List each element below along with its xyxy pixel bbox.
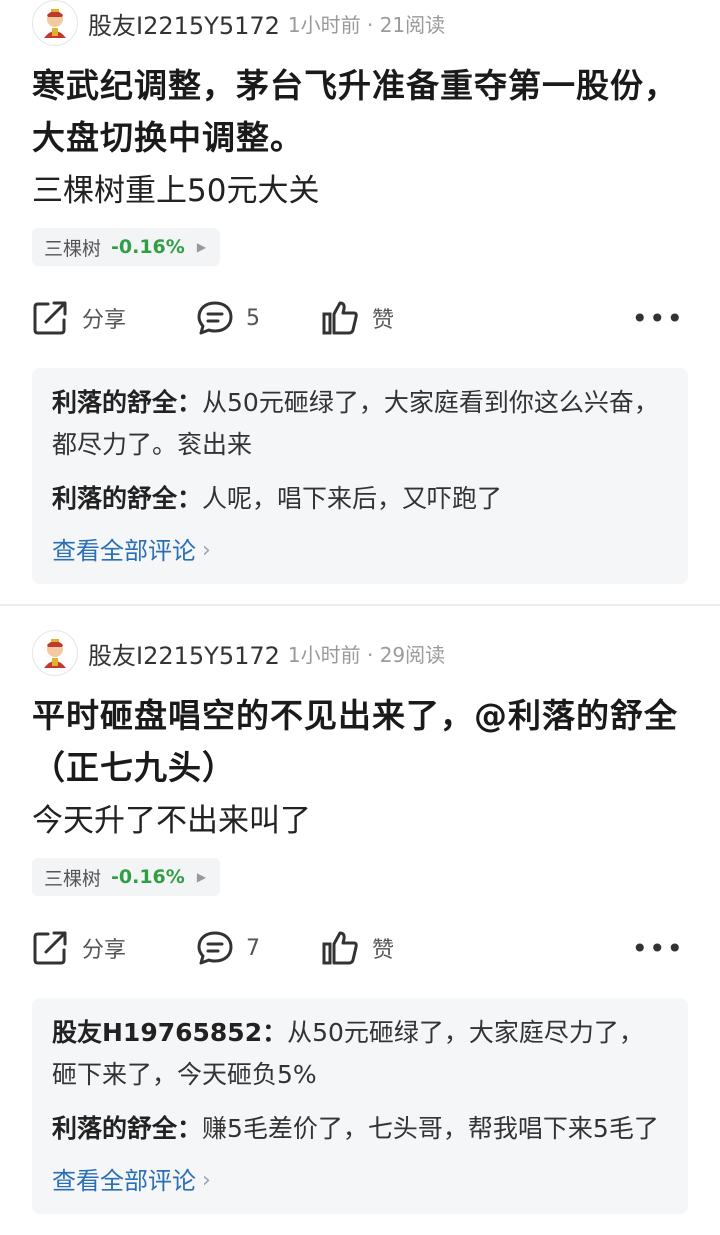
- avatar-icon: [44, 9, 66, 38]
- comment-item[interactable]: 利落的舒全：人呢，唱下来后，又吓跑了: [52, 478, 668, 520]
- action-bar: 分享 7 赞 •••: [32, 918, 688, 978]
- post-title[interactable]: 寒武纪调整，茅台飞升准备重夺第一股份，大盘切换中调整。: [32, 60, 688, 164]
- share-label: 分享: [82, 308, 127, 333]
- play-arrow-icon: ▶: [196, 240, 207, 254]
- action-bar: 分享 5 赞 •••: [32, 288, 688, 348]
- share-icon: [33, 301, 67, 335]
- comment-item[interactable]: 利落的舒全：赚5毛差价了，七头哥，帮我唱下来5毛了: [52, 1108, 668, 1150]
- post-meta: 1小时前 · 21阅读: [287, 12, 446, 37]
- like-icon: [322, 931, 358, 965]
- comment-item[interactable]: 利落的舒全：从50元砸绿了，大家庭看到你这么兴奋，都尽力了。衮出来: [52, 382, 668, 466]
- like-label: 赞: [372, 938, 395, 963]
- view-all-comments-link[interactable]: 查看全部评论 ›: [52, 532, 668, 570]
- comment-button[interactable]: 5: [196, 288, 260, 348]
- comment-preview[interactable]: 股友H19765852：从50元砸绿了，大家庭尽力了，砸下来了，今天砸负5% 利…: [32, 998, 688, 1214]
- more-icon[interactable]: •••: [631, 288, 684, 348]
- comment-author[interactable]: 利落的舒全：: [52, 484, 202, 513]
- post-header: 股友I2215Y5172 1小时前 · 21阅读: [32, 0, 688, 46]
- post-title[interactable]: 平时砸盘唱空的不见出来了，@利落的舒全（正七九头）: [32, 690, 688, 794]
- post-card[interactable]: 股友I2215Y5172 1小时前 · 21阅读 寒武纪调整，茅台飞升准备重夺第…: [0, 0, 720, 604]
- comment-text: 人呢，唱下来后，又吓跑了: [202, 484, 503, 513]
- like-button[interactable]: 赞: [322, 918, 394, 978]
- play-arrow-icon: ▶: [196, 870, 207, 884]
- stock-change: -0.16%: [111, 866, 185, 888]
- username[interactable]: 股友I2215Y5172: [88, 636, 280, 671]
- chevron-right-icon: ›: [202, 1168, 211, 1193]
- post-card[interactable]: 股友I2215Y5172 1小时前 · 29阅读 平时砸盘唱空的不见出来了，@利…: [0, 604, 720, 1233]
- avatar-icon: [44, 639, 66, 668]
- stock-tag[interactable]: 三棵树 -0.16% ▶: [32, 228, 221, 266]
- stock-name: 三棵树: [44, 867, 102, 890]
- view-all-label: 查看全部评论: [52, 537, 196, 565]
- comment-author[interactable]: 股友H19765852：: [52, 1018, 287, 1047]
- comment-count: 5: [246, 305, 260, 331]
- like-label: 赞: [372, 308, 395, 333]
- comment-text: 赚5毛差价了，七头哥，帮我唱下来5毛了: [202, 1114, 659, 1143]
- comment-item[interactable]: 股友H19765852：从50元砸绿了，大家庭尽力了，砸下来了，今天砸负5%: [52, 1012, 668, 1096]
- post-header: 股友I2215Y5172 1小时前 · 29阅读: [32, 630, 688, 676]
- share-button[interactable]: 分享: [32, 918, 126, 978]
- share-button[interactable]: 分享: [32, 288, 126, 348]
- username[interactable]: 股友I2215Y5172: [88, 6, 280, 41]
- post-body[interactable]: 今天升了不出来叫了: [32, 798, 688, 844]
- avatar[interactable]: [32, 0, 78, 46]
- comment-icon: [197, 931, 233, 965]
- more-icon[interactable]: •••: [631, 918, 684, 978]
- comment-author[interactable]: 利落的舒全：: [52, 388, 202, 417]
- comment-author[interactable]: 利落的舒全：: [52, 1114, 202, 1143]
- chevron-right-icon: ›: [202, 538, 211, 563]
- stock-tag[interactable]: 三棵树 -0.16% ▶: [32, 858, 221, 896]
- post-meta: 1小时前 · 29阅读: [287, 642, 446, 667]
- stock-change: -0.16%: [111, 236, 185, 258]
- like-icon: [322, 301, 358, 335]
- comment-preview[interactable]: 利落的舒全：从50元砸绿了，大家庭看到你这么兴奋，都尽力了。衮出来 利落的舒全：…: [32, 368, 688, 584]
- like-button[interactable]: 赞: [322, 288, 394, 348]
- share-label: 分享: [82, 938, 127, 963]
- post-body[interactable]: 三棵树重上50元大关: [32, 168, 688, 214]
- share-icon: [33, 931, 67, 965]
- comment-button[interactable]: 7: [196, 918, 260, 978]
- view-all-comments-link[interactable]: 查看全部评论 ›: [52, 1162, 668, 1200]
- comment-icon: [197, 301, 233, 335]
- comment-count: 7: [246, 935, 260, 961]
- view-all-label: 查看全部评论: [52, 1167, 196, 1195]
- avatar[interactable]: [32, 630, 78, 676]
- stock-name: 三棵树: [44, 237, 102, 260]
